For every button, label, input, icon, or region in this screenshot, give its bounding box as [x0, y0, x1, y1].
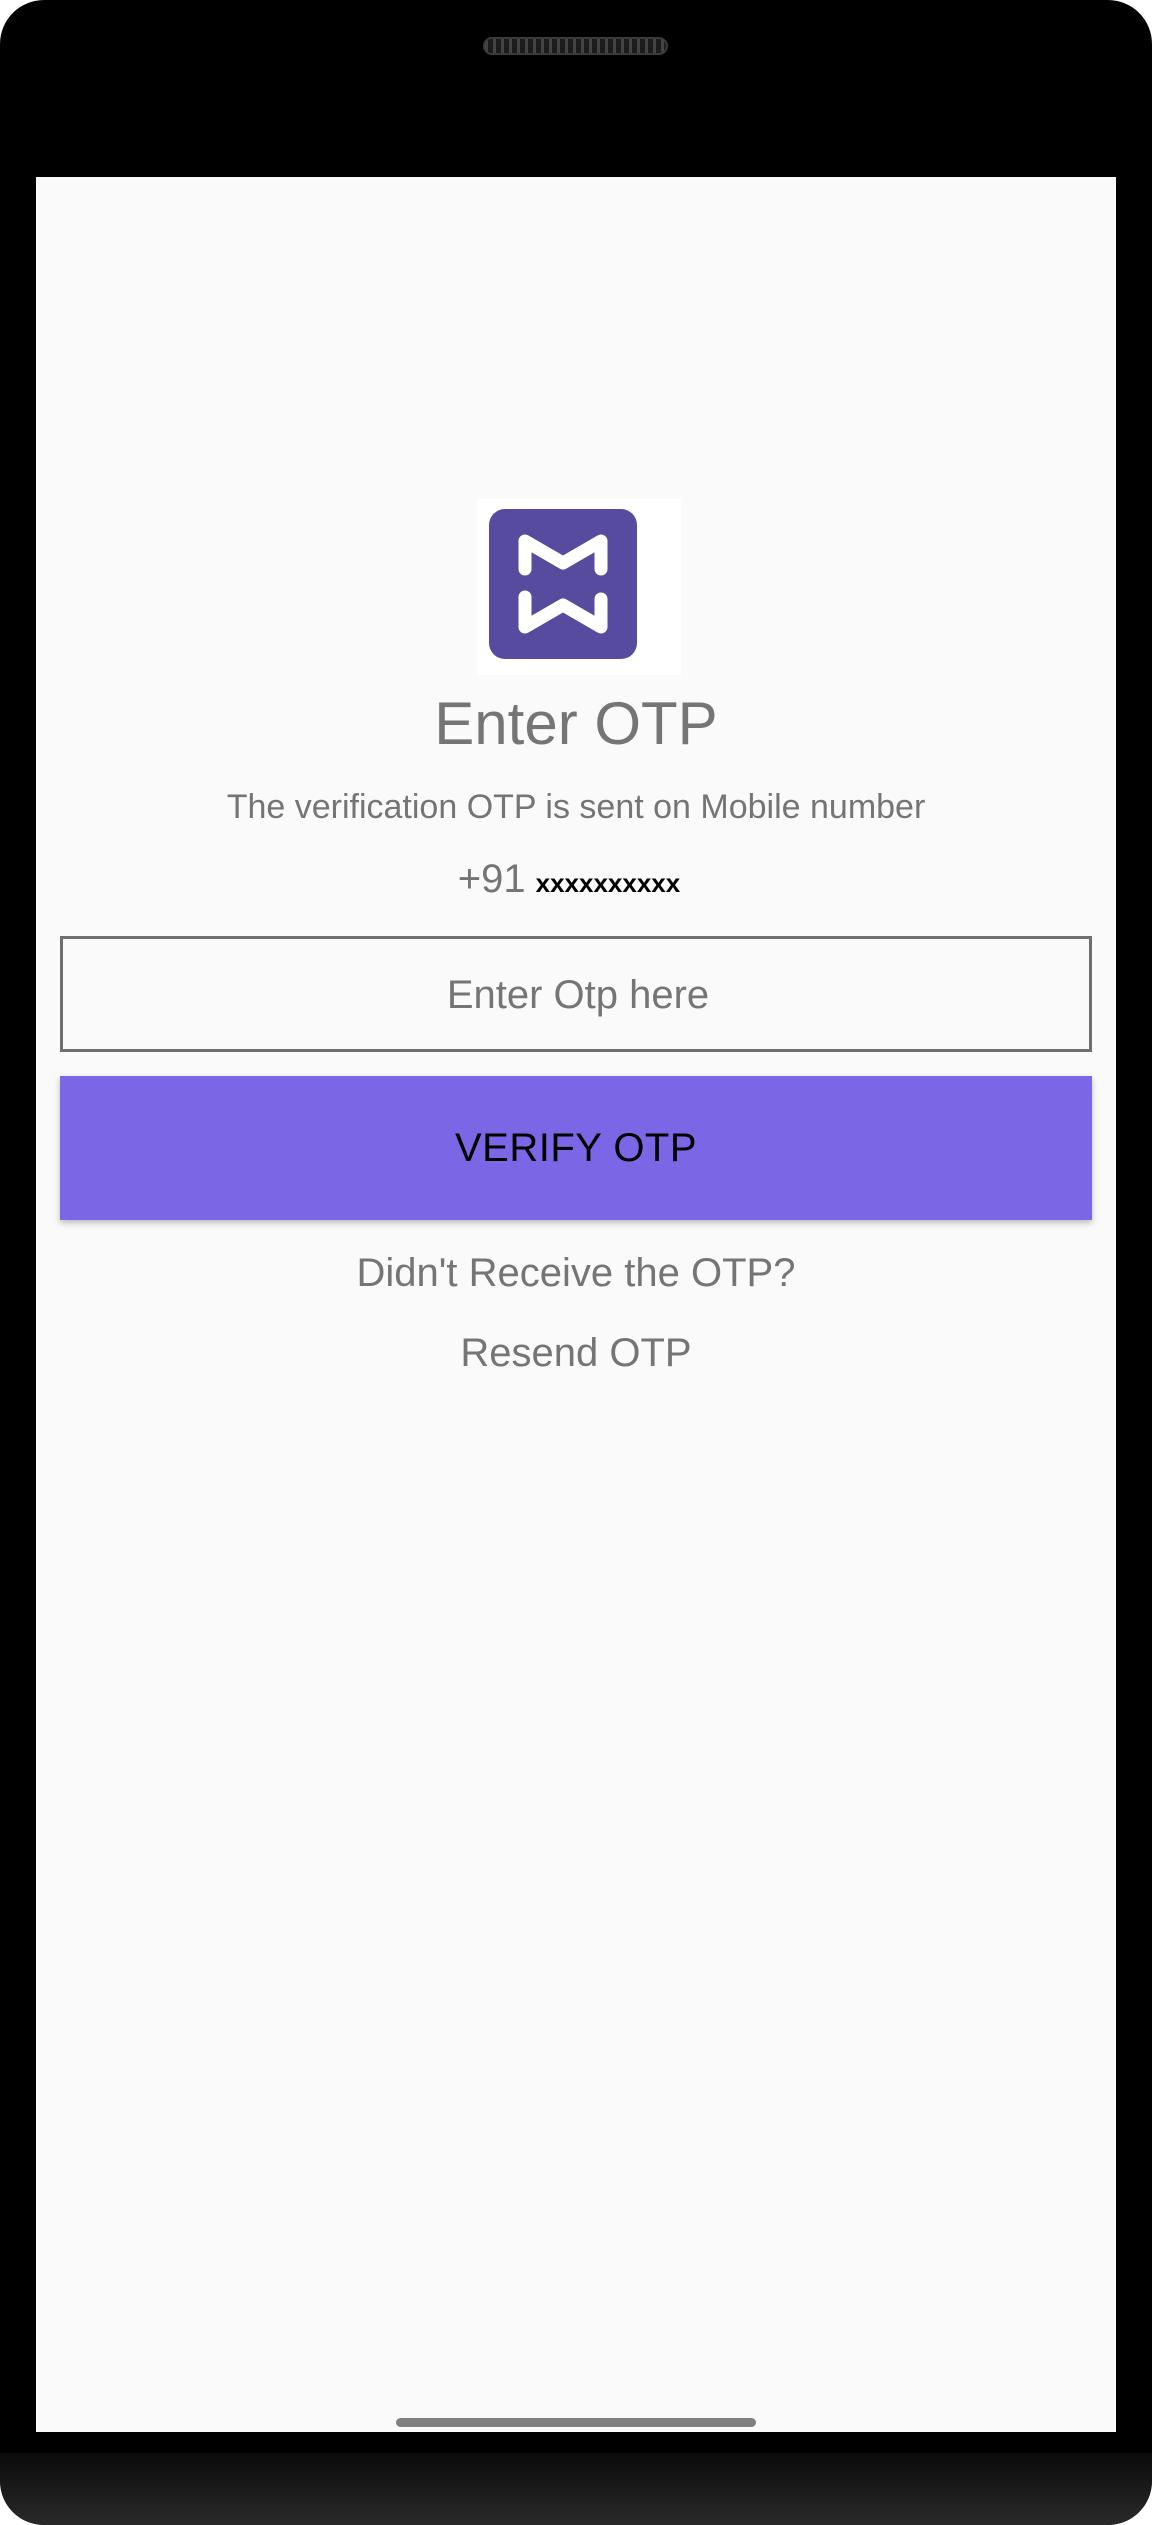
app-logo: [477, 499, 681, 675]
resend-otp-link[interactable]: Resend OTP: [36, 1327, 1116, 1379]
masked-phone-number: xxxxxxxxxx: [535, 868, 681, 898]
device-frame: Enter OTP The verification OTP is sent o…: [0, 0, 1152, 2525]
verification-message: The verification OTP is sent on Mobile n…: [226, 788, 926, 826]
page-title: Enter OTP: [434, 690, 718, 757]
otp-input-box: [60, 936, 1093, 1052]
app-screen: Enter OTP The verification OTP is sent o…: [36, 177, 1116, 2432]
earpiece-speaker: [483, 37, 668, 55]
otp-input[interactable]: [63, 939, 1093, 1051]
verify-otp-button[interactable]: VERIFY OTP: [60, 1076, 1092, 1220]
otp-not-received-text: Didn't Receive the OTP?: [356, 1251, 796, 1295]
country-code: +91: [457, 857, 526, 901]
home-indicator[interactable]: [396, 2418, 756, 2427]
mn-logo-icon: [489, 509, 637, 659]
phone-number-row: +91 xxxxxxxxxx: [36, 857, 1116, 902]
